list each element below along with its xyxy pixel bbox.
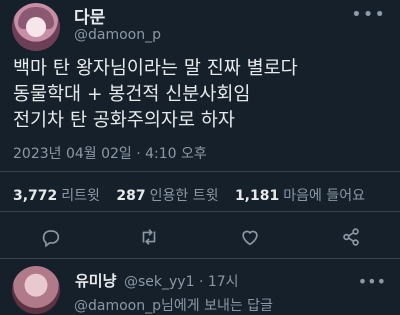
- avatar-face: [26, 17, 46, 37]
- tweet-stats: 3,772 리트윗 287 인용한 트윗 1,181 마음에 들어요: [13, 185, 365, 205]
- tweet-display-name[interactable]: 다문: [74, 3, 105, 28]
- reply-preview-text: @damoon_p님에게 보내는 답글: [74, 298, 273, 314]
- divider: [0, 171, 400, 172]
- likes-label: 마음에 들어요: [283, 188, 365, 204]
- more-horizontal-icon[interactable]: •••: [351, 4, 386, 25]
- quotes-label: 인용한 트윗: [149, 188, 219, 204]
- divider: [0, 258, 400, 259]
- retweets-label: 리트윗: [61, 188, 100, 204]
- more-horizontal-icon[interactable]: •••: [358, 272, 386, 291]
- likes-stat[interactable]: 1,181 마음에 들어요: [235, 188, 365, 204]
- tweet-text-line: 동물학대 + 봉건적 신분사회임: [13, 84, 251, 105]
- comment-icon[interactable]: [37, 223, 65, 251]
- reply-avatar[interactable]: [12, 266, 60, 314]
- retweet-icon[interactable]: [135, 223, 163, 251]
- tweet-avatar[interactable]: [12, 3, 60, 51]
- tweet-text-line: 전기차 탄 공화주의자로 하자: [13, 110, 235, 131]
- quotes-count: 287: [116, 188, 146, 204]
- tweet-text: 백마 탄 왕자님이라는 말 진짜 별로다 동물학대 + 봉건적 신분사회임 전기…: [13, 56, 393, 134]
- divider: [0, 211, 400, 212]
- likes-count: 1,181: [234, 188, 280, 204]
- tweet-timestamp[interactable]: 2023년 04월 02일 · 4:10 오후: [13, 143, 207, 163]
- share-icon[interactable]: [337, 223, 365, 251]
- reply-handle-time: @sek_yy1 · 17시: [124, 274, 239, 290]
- tweet-actions: [0, 223, 400, 251]
- reply-tweet[interactable]: 유미냥 @sek_yy1 · 17시 ••• @damoon_p님에게 보내는 …: [0, 262, 400, 314]
- heart-icon[interactable]: [236, 223, 264, 251]
- reply-display-name[interactable]: 유미냥: [75, 270, 116, 291]
- retweets-stat[interactable]: 3,772 리트윗: [13, 188, 100, 204]
- retweets-count: 3,772: [13, 188, 58, 204]
- tweet-handle[interactable]: @damoon_p: [74, 27, 161, 43]
- tweet-text-line: 백마 탄 왕자님이라는 말 진짜 별로다: [13, 58, 298, 79]
- quotes-stat[interactable]: 287 인용한 트윗: [116, 188, 218, 204]
